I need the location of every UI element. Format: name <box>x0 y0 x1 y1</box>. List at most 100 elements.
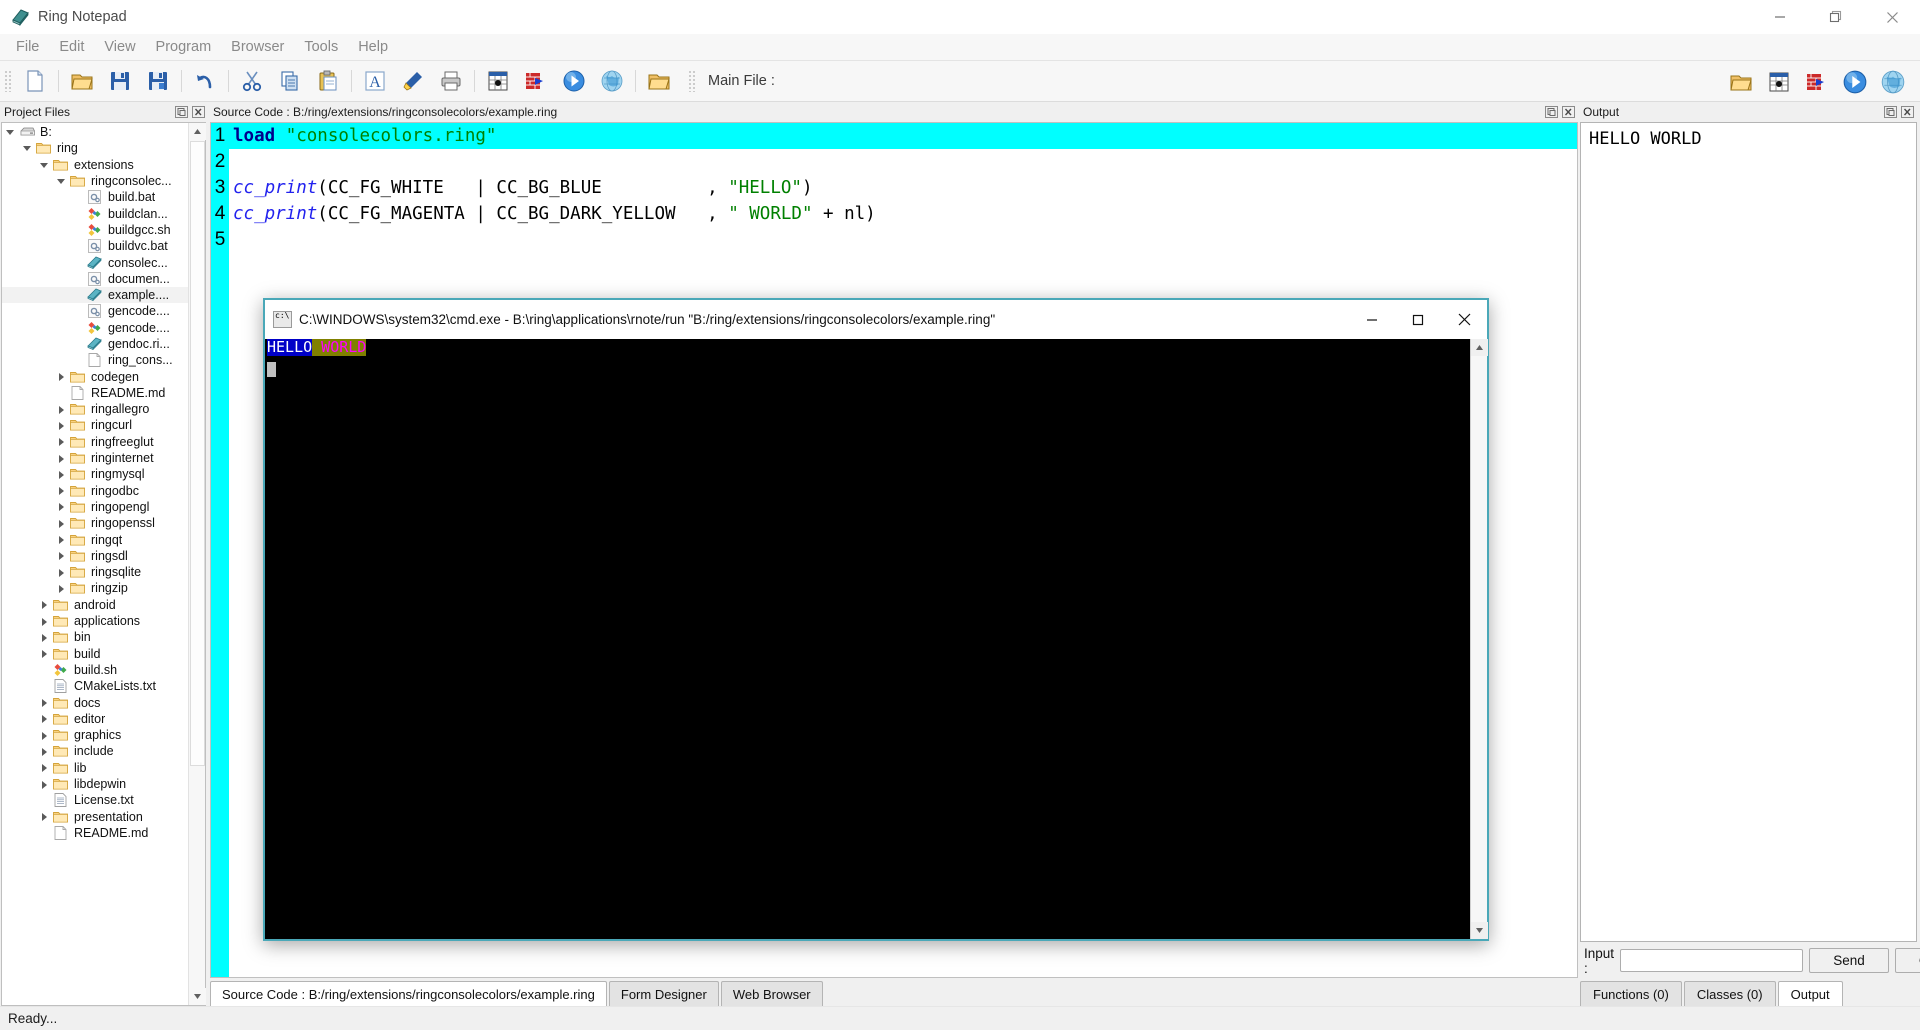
maximize-button[interactable] <box>1395 300 1441 339</box>
output-input-field[interactable] <box>1620 949 1803 972</box>
tree-item[interactable]: editor <box>2 711 188 727</box>
chevron-down-icon[interactable] <box>36 157 53 173</box>
scroll-down-icon[interactable] <box>189 988 206 1005</box>
tree-item[interactable]: ringallegro <box>2 401 188 417</box>
save-button[interactable] <box>103 65 137 97</box>
tree-item[interactable]: extensions <box>2 157 188 173</box>
cmd-titlebar[interactable]: C:\WINDOWS\system32\cmd.exe - B:\ring\ap… <box>265 300 1487 339</box>
maximize-button[interactable] <box>1808 0 1864 34</box>
build-button[interactable] <box>519 65 553 97</box>
tree-item[interactable]: ringopenssl <box>2 515 188 531</box>
chevron-right-icon[interactable] <box>36 695 53 711</box>
chevron-right-icon[interactable] <box>53 532 70 548</box>
minimize-button[interactable] <box>1349 300 1395 339</box>
new-file-button[interactable] <box>18 65 52 97</box>
float-panel-icon[interactable] <box>1883 105 1898 119</box>
tree-item[interactable]: ring_cons... <box>2 352 188 368</box>
build-exe-button[interactable] <box>1800 66 1834 98</box>
tree-item[interactable]: ringzip <box>2 580 188 596</box>
run-button[interactable] <box>557 65 591 97</box>
close-button[interactable] <box>1864 0 1920 34</box>
code-line[interactable]: cc_print(CC_FG_MAGENTA | CC_BG_DARK_YELL… <box>229 201 1577 227</box>
undo-button[interactable] <box>188 65 222 97</box>
tree-item[interactable]: gendoc.ri... <box>2 336 188 352</box>
chevron-right-icon[interactable] <box>53 466 70 482</box>
tree-item[interactable]: License.txt <box>2 792 188 808</box>
chevron-right-icon[interactable] <box>36 629 53 645</box>
tree-item[interactable]: B: <box>2 124 188 140</box>
tree-item[interactable]: ringinternet <box>2 450 188 466</box>
tree-item[interactable]: buildvc.bat <box>2 238 188 254</box>
tree-item[interactable]: libdepwin <box>2 776 188 792</box>
scroll-down-icon[interactable] <box>1471 922 1488 939</box>
close-panel-icon[interactable] <box>1900 105 1915 119</box>
paste-button[interactable] <box>311 65 345 97</box>
tree-item[interactable]: README.md <box>2 825 188 841</box>
send-button[interactable]: Send <box>1809 948 1889 973</box>
output-tab-2[interactable]: Output <box>1778 981 1843 1006</box>
output-tab-1[interactable]: Classes (0) <box>1684 981 1776 1006</box>
run-program-button[interactable] <box>1838 66 1872 98</box>
tree-item[interactable]: ringodbc <box>2 483 188 499</box>
tree-item[interactable]: codegen <box>2 368 188 384</box>
chevron-right-icon[interactable] <box>36 727 53 743</box>
tree-item[interactable]: ringcurl <box>2 417 188 433</box>
tree-item[interactable]: applications <box>2 613 188 629</box>
tree-item[interactable]: presentation <box>2 808 188 824</box>
menu-view[interactable]: View <box>94 36 145 58</box>
chevron-right-icon[interactable] <box>53 564 70 580</box>
close-panel-icon[interactable] <box>1561 105 1576 119</box>
save-as-button[interactable] <box>141 65 175 97</box>
font-button[interactable]: A <box>358 65 392 97</box>
chevron-right-icon[interactable] <box>53 515 70 531</box>
chevron-down-icon[interactable] <box>19 140 36 156</box>
tree-item[interactable]: android <box>2 597 188 613</box>
open-browser-button[interactable] <box>1876 66 1910 98</box>
editor-tab-1[interactable]: Form Designer <box>609 981 719 1006</box>
cmd-scrollbar-track[interactable] <box>1471 356 1487 922</box>
toolbar-grip[interactable] <box>688 70 697 92</box>
scroll-up-icon[interactable] <box>1471 339 1488 356</box>
open-main-file-button[interactable] <box>642 65 676 97</box>
tree-item[interactable]: include <box>2 743 188 759</box>
chevron-right-icon[interactable] <box>53 401 70 417</box>
tree-item[interactable]: documen... <box>2 271 188 287</box>
tree-item[interactable]: bin <box>2 629 188 645</box>
chevron-right-icon[interactable] <box>53 483 70 499</box>
chevron-right-icon[interactable] <box>53 434 70 450</box>
tree-item[interactable]: buildgcc.sh <box>2 222 188 238</box>
menu-file[interactable]: File <box>6 36 49 58</box>
tree-item[interactable]: lib <box>2 760 188 776</box>
chevron-down-icon[interactable] <box>2 124 19 140</box>
chevron-right-icon[interactable] <box>36 597 53 613</box>
debugger-button[interactable] <box>1762 66 1796 98</box>
tree-item[interactable]: CMakeLists.txt <box>2 678 188 694</box>
tree-item[interactable]: build <box>2 646 188 662</box>
print-button[interactable] <box>434 65 468 97</box>
tree-item[interactable]: gencode.... <box>2 303 188 319</box>
code-line[interactable] <box>229 227 1577 253</box>
project-tree[interactable]: B:ringextensionsringconsolec...build.bat… <box>2 123 188 1005</box>
open-file-button[interactable] <box>65 65 99 97</box>
minimize-button[interactable] <box>1752 0 1808 34</box>
chevron-right-icon[interactable] <box>36 613 53 629</box>
highlight-button[interactable] <box>396 65 430 97</box>
tree-item[interactable]: ringopengl <box>2 499 188 515</box>
tree-item[interactable]: buildclan... <box>2 205 188 221</box>
chevron-right-icon[interactable] <box>53 369 70 385</box>
project-tree-scrollbar[interactable] <box>188 123 205 1005</box>
chevron-right-icon[interactable] <box>53 417 70 433</box>
menu-edit[interactable]: Edit <box>49 36 94 58</box>
web-button[interactable] <box>595 65 629 97</box>
tree-item[interactable]: consolec... <box>2 254 188 270</box>
tree-item[interactable]: example.... <box>2 287 188 303</box>
code-line[interactable]: cc_print(CC_FG_WHITE | CC_BG_BLUE , "HEL… <box>229 175 1577 201</box>
copy-button[interactable] <box>273 65 307 97</box>
tree-item[interactable]: docs <box>2 694 188 710</box>
cmd-console-window[interactable]: C:\WINDOWS\system32\cmd.exe - B:\ring\ap… <box>263 298 1489 941</box>
tree-item[interactable]: ring <box>2 140 188 156</box>
tree-item[interactable]: README.md <box>2 385 188 401</box>
float-panel-icon[interactable] <box>174 105 189 119</box>
debug-button[interactable] <box>481 65 515 97</box>
chevron-right-icon[interactable] <box>36 646 53 662</box>
